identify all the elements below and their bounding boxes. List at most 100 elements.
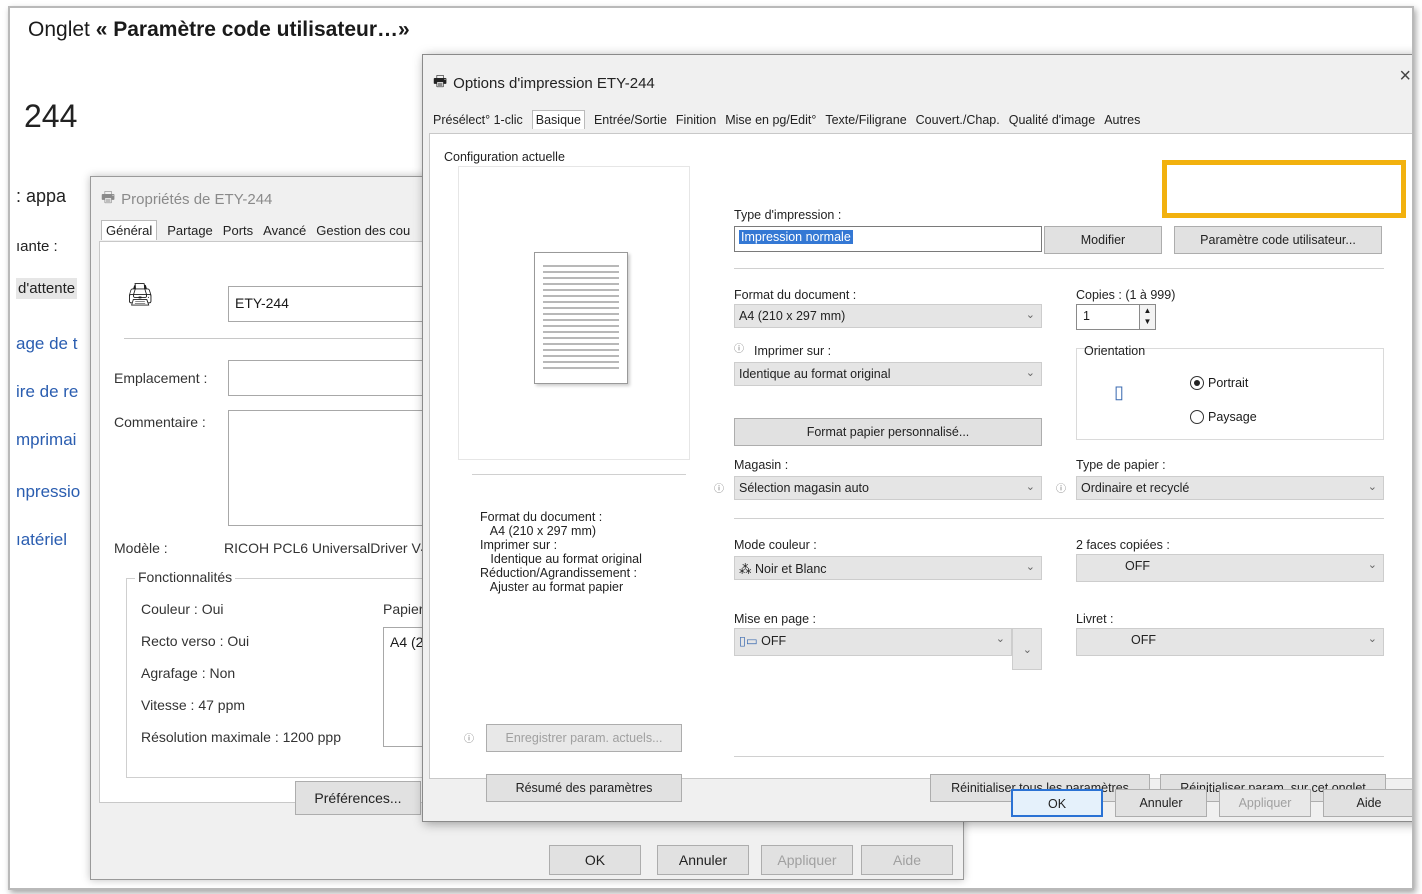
bw-mode-icon: ⁂ [739,562,755,576]
tab-couverture[interactable]: Couvert./Chap. [916,113,1000,129]
options-ok-button[interactable]: OK [1011,789,1103,817]
tab-autres[interactable]: Autres [1104,113,1140,129]
options-title: 🖶 Options d'impression ETY-244 [433,71,655,96]
mise-en-page-value: OFF [761,634,787,648]
properties-title: 🖶 Propriétés de ETY-244 [101,187,272,212]
emplacement-label: Emplacement : [114,370,208,386]
format-document-select[interactable]: A4 (210 x 297 mm) ⌄ [734,304,1042,328]
tab-entree-sortie[interactable]: Entrée/Sortie [594,113,667,129]
tab-ports[interactable]: Ports [223,223,253,240]
portrait-label: Portrait [1208,376,1249,390]
copies-label: Copies : (1 à 999) [1076,288,1176,302]
separator-1 [734,268,1384,269]
feature-recto-verso: Recto verso : Oui [141,633,250,649]
info-icon: ⓘ [734,344,744,355]
tab-basique[interactable]: Basique [531,110,585,129]
magasin-select[interactable]: Sélection magasin auto ⌄ [734,476,1042,500]
magasin-value: Sélection magasin auto [739,481,869,495]
spin-arrows-icon[interactable]: ▲ ▼ [1139,305,1155,329]
chevron-down-icon: ⌄ [995,633,1005,645]
separator-2 [734,518,1384,519]
separator-3 [734,756,1384,757]
chevron-down-icon: ⌄ [1022,644,1032,656]
heading-bold: « Paramètre code utilisateur…» [95,18,410,41]
tab-texte-filigrane[interactable]: Texte/Filigrane [825,113,906,129]
chevron-down-icon: ⌄ [1025,309,1035,321]
background-link-1[interactable]: age de t [16,334,77,354]
type-impression-field[interactable]: Impression normale [734,226,1042,252]
chevron-down-icon: ⌄ [1025,561,1035,573]
save-params-button[interactable]: Enregistrer param. actuels... [486,724,682,752]
tab-gestion[interactable]: Gestion des cou [316,223,410,240]
info-icon: ⓘ [714,484,724,495]
mise-en-page-label: Mise en page : [734,612,816,626]
background-text-ante: ıante : [16,238,58,255]
chevron-down-icon: ⌄ [1367,633,1377,645]
options-help-button[interactable]: Aide [1323,789,1412,817]
livret-value: OFF [1131,633,1156,647]
imprimer-sur-label: Imprimer sur : [754,344,832,358]
imprimer-sur-select[interactable]: Identique au format original ⌄ [734,362,1042,386]
feature-agrafage: Agrafage : Non [141,665,236,681]
options-panel: Configuration actuelle Format du documen… [429,133,1412,802]
format-document-value: A4 (210 x 297 mm) [739,309,846,323]
layout-pages-icon: ▯▭ [739,634,762,648]
tab-finition[interactable]: Finition [676,113,716,129]
type-papier-label: Type de papier : [1076,458,1166,472]
properties-cancel-button[interactable]: Annuler [657,845,749,875]
properties-apply-button[interactable]: Appliquer [761,845,853,875]
user-code-button[interactable]: Paramètre code utilisateur... [1174,226,1382,254]
printer-device-icon: 🖨 [126,282,154,307]
settings-summary: Format du document : A4 (210 x 297 mm) I… [480,510,642,594]
highlight-box [1162,160,1406,218]
tab-preselect[interactable]: Présélect° 1-clic [433,113,523,129]
tab-qualite[interactable]: Qualité d'image [1009,113,1095,129]
properties-title-text: Propriétés de ETY-244 [121,191,273,208]
mise-en-page-select[interactable]: ▯▭ OFF ⌄ [734,628,1012,656]
background-link-4[interactable]: npressio [16,482,80,502]
imprimer-sur-value: Identique au format original [739,367,891,381]
background-text-attente: d'attente [16,278,78,299]
modele-value: RICOH PCL6 UniversalDriver V4 [224,540,429,556]
mode-couleur-value: Noir et Blanc [754,562,827,576]
faces-label: 2 faces copiées : [1076,538,1170,552]
livret-select[interactable]: OFF ⌄ [1076,628,1384,656]
livret-label: Livret : [1076,612,1114,626]
close-icon[interactable]: × [1399,65,1411,88]
feature-resolution: Résolution maximale : 1200 ppp [141,729,342,745]
tab-general[interactable]: Général [101,220,158,240]
properties-help-button[interactable]: Aide [861,845,953,875]
mode-couleur-select[interactable]: ⁂ Noir et Blanc ⌄ [734,556,1042,580]
format-perso-button[interactable]: Format papier personnalisé... [734,418,1042,446]
paysage-radio[interactable]: Paysage [1190,410,1257,424]
background-link-2[interactable]: ire de re [16,382,78,402]
properties-tabs: Général Partage Ports Avancé Gestion des… [101,220,410,240]
faces-value: OFF [1125,559,1150,573]
mise-en-page-detail-button[interactable]: ⌄ [1012,628,1042,670]
options-apply-button[interactable]: Appliquer [1219,789,1311,817]
chevron-down-icon: ⌄ [1367,559,1377,571]
orientation-label: Orientation [1084,344,1146,358]
background-link-3[interactable]: mprimai [16,430,76,450]
radio-empty-icon [1190,410,1204,424]
preferences-button[interactable]: Préférences... [295,781,421,815]
copies-stepper[interactable]: 1 ▲ ▼ [1076,304,1156,330]
options-cancel-button[interactable]: Annuler [1115,789,1207,817]
modifier-button[interactable]: Modifier [1044,226,1162,254]
printer-icon: 🖶 [101,189,116,206]
type-papier-select[interactable]: Ordinaire et recyclé ⌄ [1076,476,1384,500]
properties-ok-button[interactable]: OK [549,845,641,875]
format-document-label: Format du document : [734,288,857,302]
tab-avance[interactable]: Avancé [263,223,306,240]
tab-partage[interactable]: Partage [167,223,213,240]
tab-mise-en-page[interactable]: Mise en pg/Edit° [725,113,816,129]
paper-label: Papier [383,601,424,617]
commentaire-label: Commentaire : [114,414,206,430]
type-impression-label: Type d'impression : [734,208,842,222]
params-summary-button[interactable]: Résumé des paramètres [486,774,682,802]
background-link-5[interactable]: ıatériel [16,530,67,550]
portrait-radio[interactable]: Portrait [1190,376,1248,390]
faces-select[interactable]: OFF ⌄ [1076,554,1384,582]
chevron-down-icon: ⌄ [1367,481,1377,493]
modele-label: Modèle : [114,540,168,556]
